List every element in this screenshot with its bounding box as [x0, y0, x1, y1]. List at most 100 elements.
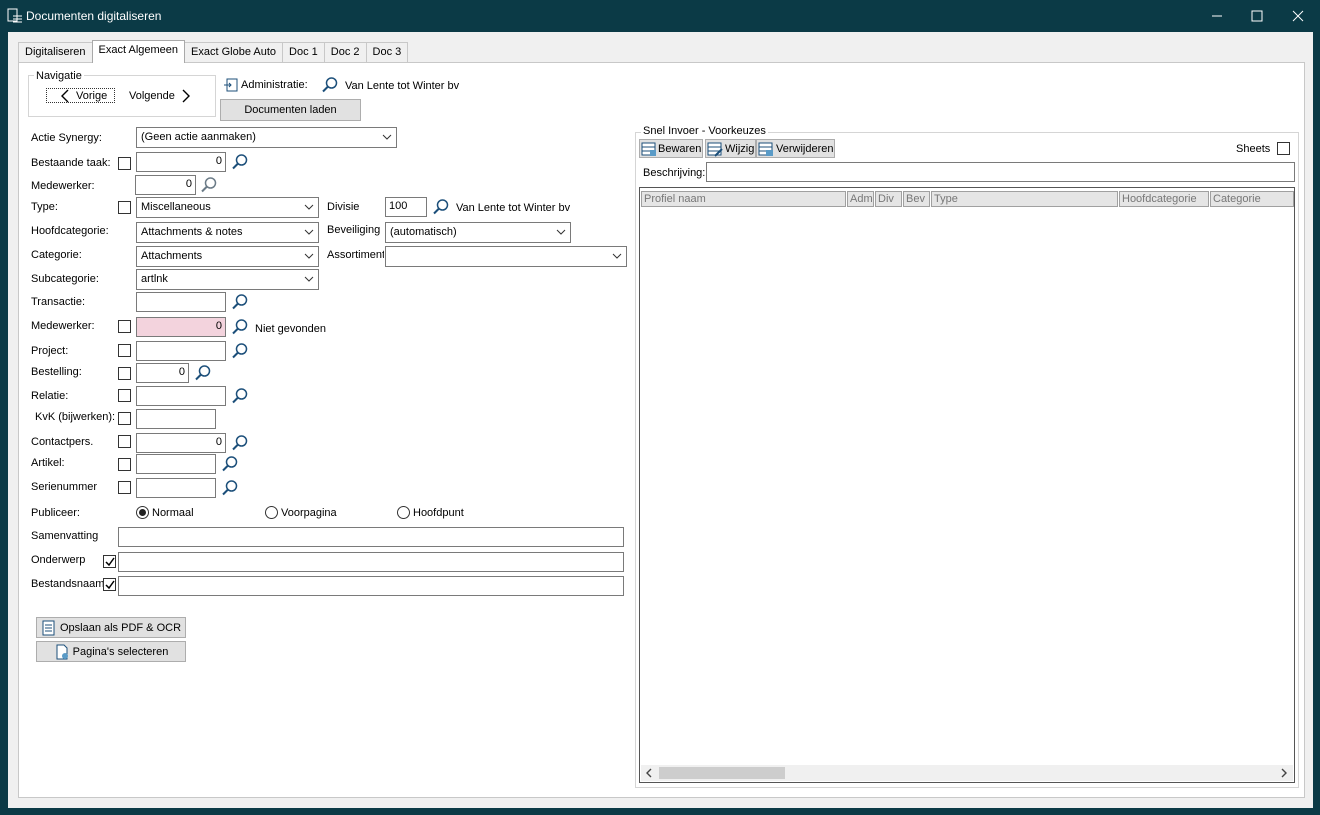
- project-input[interactable]: [136, 341, 226, 361]
- col-bev[interactable]: Bev: [903, 191, 930, 207]
- bestaande-taak-input[interactable]: 0: [136, 152, 226, 172]
- kvk-checkbox[interactable]: [118, 412, 131, 425]
- bestandsnaam-checkbox[interactable]: [103, 578, 116, 591]
- radio-voorpagina[interactable]: [265, 506, 278, 519]
- description-label: Beschrijving:: [643, 167, 706, 179]
- administration-value: Van Lente tot Winter bv: [345, 80, 460, 92]
- sheets-label: Sheets: [1236, 143, 1271, 155]
- profile-save-button[interactable]: Bewaren: [639, 139, 704, 158]
- contactpers-checkbox[interactable]: [118, 435, 131, 448]
- prev-button[interactable]: Vorige: [46, 88, 115, 103]
- bestelling-label: Bestelling:: [31, 366, 82, 378]
- search-icon[interactable]: [231, 342, 249, 360]
- scroll-right-icon[interactable]: [1279, 768, 1289, 778]
- project-checkbox[interactable]: [118, 344, 131, 357]
- close-button[interactable]: [1275, 0, 1320, 32]
- divisie-input[interactable]: 100: [385, 197, 427, 217]
- save-pdf-ocr-button[interactable]: Opslaan als PDF & OCR: [36, 617, 186, 638]
- tab-doc-2[interactable]: Doc 2: [323, 42, 367, 62]
- type-select[interactable]: Miscellaneous: [136, 197, 319, 218]
- description-input[interactable]: [706, 162, 1295, 182]
- search-icon[interactable]: [321, 76, 339, 94]
- hoofdcategorie-select[interactable]: Attachments & notes: [136, 222, 319, 243]
- profile-delete-button[interactable]: Verwijderen: [756, 139, 836, 158]
- subcategorie-label: Subcategorie:: [31, 273, 99, 285]
- bestandsnaam-input[interactable]: [118, 576, 624, 596]
- search-icon[interactable]: [231, 387, 249, 405]
- relatie-input[interactable]: [136, 386, 226, 406]
- kvk-input[interactable]: [136, 409, 216, 429]
- navigation-title: Navigatie: [34, 70, 84, 82]
- tab-doc-1[interactable]: Doc 1: [282, 42, 325, 62]
- profile-edit-label: Wijzig: [725, 142, 755, 155]
- bestelling-input[interactable]: 0: [136, 363, 189, 383]
- bestelling-checkbox[interactable]: [118, 367, 131, 380]
- radio-normaal[interactable]: [136, 506, 149, 519]
- search-icon[interactable]: [231, 434, 249, 452]
- search-icon[interactable]: [432, 198, 450, 216]
- scroll-left-icon[interactable]: [644, 768, 654, 778]
- subcategorie-value: artlnk: [141, 273, 168, 285]
- maximize-button[interactable]: [1234, 0, 1280, 32]
- medewerker2-label: Medewerker:: [31, 320, 95, 332]
- search-icon[interactable]: [221, 455, 239, 473]
- relatie-checkbox[interactable]: [118, 389, 131, 402]
- radio-selected-dot: [139, 509, 146, 516]
- scrollbar-thumb[interactable]: [659, 767, 785, 779]
- beveiliging-select[interactable]: (automatisch): [385, 222, 571, 243]
- search-icon[interactable]: [231, 153, 249, 171]
- col-div[interactable]: Div: [875, 191, 902, 207]
- col-hoofdcategorie[interactable]: Hoofdcategorie: [1119, 191, 1209, 207]
- contactpers-input[interactable]: 0: [136, 433, 226, 453]
- onderwerp-input[interactable]: [118, 552, 624, 572]
- subcategorie-select[interactable]: artlnk: [136, 269, 319, 290]
- serienummer-checkbox[interactable]: [118, 481, 131, 494]
- transactie-label: Transactie:: [31, 296, 86, 308]
- samenvatting-label: Samenvatting: [31, 530, 99, 542]
- chevron-down-icon: [304, 229, 314, 235]
- chevron-right-icon: [182, 89, 190, 102]
- assortiment-label: Assortiment: [327, 249, 384, 261]
- tab-exact-globe-auto[interactable]: Exact Globe Auto: [184, 42, 284, 62]
- type-checkbox[interactable]: [118, 201, 131, 214]
- search-icon[interactable]: [200, 176, 218, 194]
- categorie-select[interactable]: Attachments: [136, 246, 319, 267]
- radio-voorpagina-label: Voorpagina: [281, 507, 337, 519]
- medewerker2-checkbox[interactable]: [118, 320, 131, 333]
- load-documents-button[interactable]: Documenten laden: [220, 99, 361, 121]
- bestandsnaam-label: Bestandsnaam: [31, 578, 105, 590]
- sheets-checkbox[interactable]: [1277, 142, 1290, 155]
- medewerker2-input[interactable]: 0: [136, 317, 226, 337]
- col-type[interactable]: Type: [931, 191, 1118, 207]
- col-adm[interactable]: Adm: [847, 191, 874, 207]
- search-icon[interactable]: [231, 318, 249, 336]
- select-pages-button[interactable]: Pagina's selecteren: [36, 641, 186, 662]
- transactie-input[interactable]: [136, 292, 226, 312]
- search-icon[interactable]: [194, 364, 212, 382]
- tab-digitaliseren[interactable]: Digitaliseren: [18, 42, 93, 62]
- artikel-input[interactable]: [136, 454, 216, 474]
- assortiment-select[interactable]: [385, 246, 627, 267]
- type-value: Miscellaneous: [141, 201, 211, 213]
- divisie-name: Van Lente tot Winter bv: [456, 202, 571, 214]
- col-categorie[interactable]: Categorie: [1210, 191, 1294, 207]
- tab-exact-algemeen[interactable]: Exact Algemeen: [91, 40, 186, 63]
- onderwerp-checkbox[interactable]: [103, 555, 116, 568]
- horizontal-scrollbar[interactable]: [641, 765, 1293, 781]
- samenvatting-input[interactable]: [118, 527, 624, 547]
- next-button[interactable]: Volgende: [129, 88, 203, 103]
- hoofdcategorie-value: Attachments & notes: [141, 226, 243, 238]
- profile-edit-button[interactable]: Wijzig: [705, 139, 757, 158]
- relatie-label: Relatie:: [31, 390, 69, 402]
- serienummer-input[interactable]: [136, 478, 216, 498]
- profiles-grid[interactable]: Profiel naam Adm Div Bev Type Hoofdcateg…: [639, 187, 1295, 783]
- bestaande-taak-checkbox[interactable]: [118, 157, 131, 170]
- radio-hoofdpunt[interactable]: [397, 506, 410, 519]
- search-icon[interactable]: [221, 479, 239, 497]
- medewerker-input[interactable]: 0: [135, 175, 196, 195]
- actie-synergy-select[interactable]: (Geen actie aanmaken): [136, 127, 397, 148]
- artikel-checkbox[interactable]: [118, 458, 131, 471]
- tab-doc-3[interactable]: Doc 3: [365, 42, 409, 62]
- search-icon[interactable]: [231, 293, 249, 311]
- col-profiel-naam[interactable]: Profiel naam: [641, 191, 846, 207]
